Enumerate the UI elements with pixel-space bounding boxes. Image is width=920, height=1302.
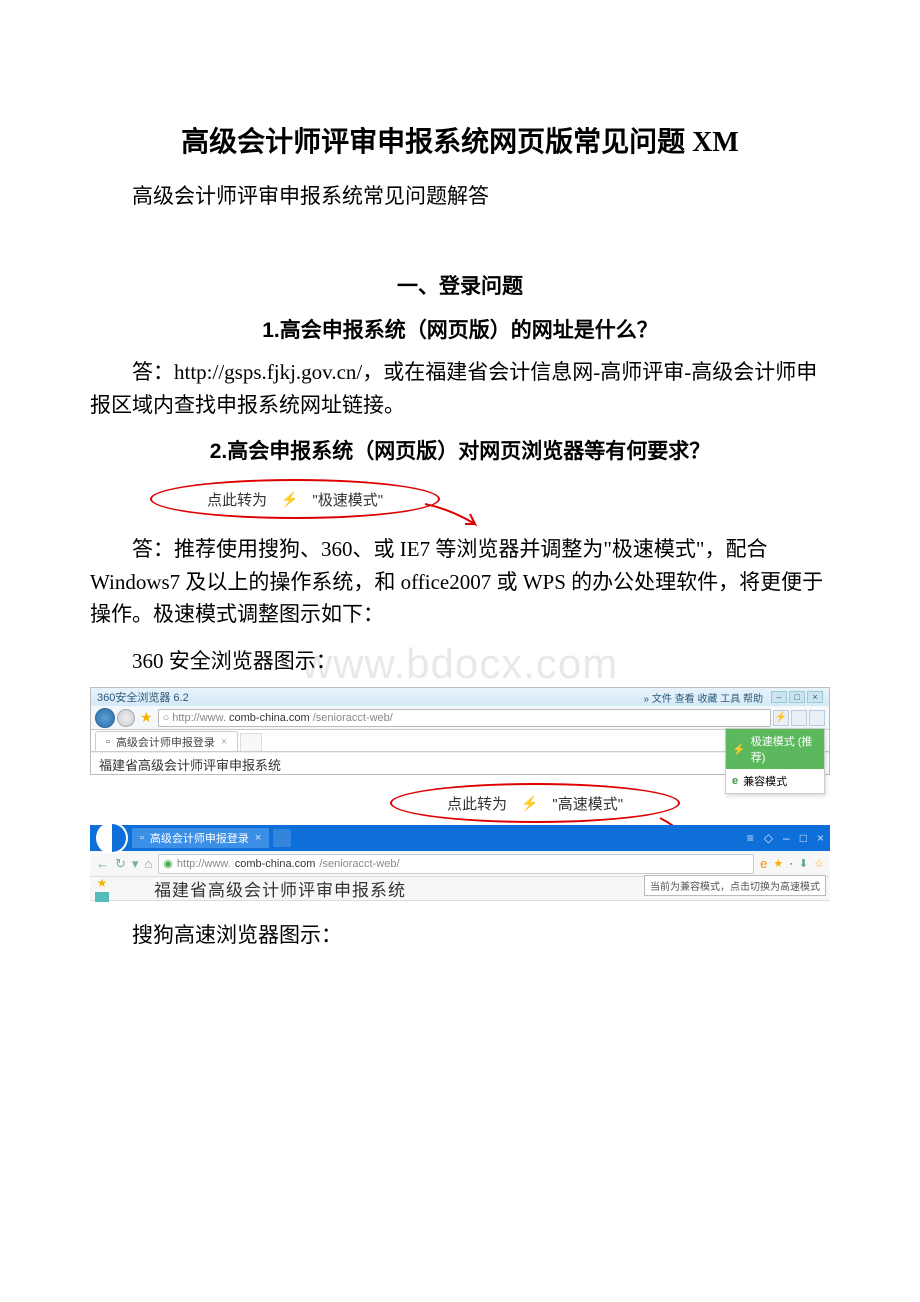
new-tab-button[interactable] — [273, 829, 291, 847]
mode-label: 极速模式 (推荐) — [751, 733, 818, 765]
mode-option-fast[interactable]: ⚡ 极速模式 (推荐) — [726, 729, 824, 769]
page-icon: ▫ — [140, 832, 144, 844]
favorite-icon[interactable]: ★ — [137, 709, 156, 726]
close-button[interactable]: × — [817, 831, 824, 845]
toolbar-icon[interactable] — [809, 710, 825, 726]
sogou-sidebar: ★ — [90, 874, 114, 904]
callout-mode: "高速模式" — [552, 793, 623, 814]
url-prefix: http://www. — [177, 858, 231, 870]
minimize-button[interactable]: – — [783, 831, 790, 845]
toolbar-icon[interactable] — [791, 710, 807, 726]
answer-2: 答：推荐使用搜狗、360、或 IE7 等浏览器并调整为"极速模式"，配合 Win… — [90, 533, 830, 631]
callout-bubble: 点此转为 ⚡ "极速模式" — [150, 479, 440, 519]
question-1: 1.高会申报系统（网页版）的网址是什么？ — [90, 314, 830, 344]
url-scheme-icon: ○ — [163, 712, 170, 724]
url-path: /senioracct-web/ — [319, 858, 399, 870]
address-bar[interactable]: ◉ http://www. comb-china.com/senioracct-w… — [158, 854, 754, 874]
browser-navbar: ★ ○ http://www.comb-china.com/senioracct… — [91, 706, 829, 730]
dropdown-icon[interactable]: ▾ — [132, 856, 139, 872]
mode-option-compat[interactable]: e 兼容模式 — [726, 769, 824, 793]
callout-mode: "极速模式" — [312, 489, 383, 510]
download-icon[interactable]: ⬇ — [799, 857, 808, 870]
tab-title: 高级会计师申报登录 — [150, 830, 249, 846]
browser-sogou-screenshot: ▫ 高级会计师申报登录 × ≡ ◇ – □ × ← ↻ ▾ ⌂ ◉ http:/… — [90, 825, 830, 901]
reload-button[interactable]: ↻ — [115, 856, 126, 872]
url-path: /senioracct-web/ — [313, 712, 393, 724]
browser-360-screenshot: 360安全浏览器 6.2 » 文件 查看 收藏 工具 帮助 – □ × ★ ○ … — [90, 687, 830, 775]
section-heading-login: 一、登录问题 — [90, 270, 830, 300]
url-prefix: http://www. — [172, 712, 226, 724]
star-icon[interactable]: ★ — [92, 876, 112, 890]
address-bar[interactable]: ○ http://www.comb-china.com/senioracct-w… — [158, 709, 771, 727]
back-button[interactable] — [95, 708, 115, 728]
lightning-icon: ⚡ — [281, 491, 298, 508]
bookmark-icon[interactable]: ☆ — [814, 857, 824, 870]
tab-close-icon[interactable]: × — [221, 736, 227, 748]
ie-icon: e — [732, 775, 738, 787]
home-button[interactable]: ⌂ — [144, 856, 152, 871]
maximize-button[interactable]: □ — [789, 691, 805, 703]
back-button[interactable]: ← — [96, 856, 109, 871]
new-tab-button[interactable] — [240, 733, 262, 751]
menu-icon[interactable]: ≡ — [747, 831, 754, 845]
separator: · — [789, 858, 793, 870]
mode-switch-icon[interactable]: ⚡ — [773, 710, 789, 726]
browser-title: 360安全浏览器 6.2 — [97, 689, 189, 705]
callout-fast-mode-1: 点此转为 ⚡ "极速模式" — [150, 479, 440, 519]
answer-1: 答：http://gsps.fjkj.gov.cn/，或在福建省会计信息网-高师… — [90, 356, 830, 421]
close-button[interactable]: × — [807, 691, 823, 703]
tab-title: 高级会计师申报登录 — [116, 734, 215, 750]
mode-hint-tooltip[interactable]: 当前为兼容模式，点击切换为高速模式 — [644, 875, 826, 896]
sogou-navbar: ← ↻ ▾ ⌂ ◉ http://www. comb-china.com/seni… — [90, 851, 830, 877]
browser-tab[interactable]: ▫ 高级会计师申报登录 × — [132, 828, 269, 848]
maximize-button[interactable]: □ — [800, 831, 807, 845]
label-360-browser: 360 安全浏览器图示： — [90, 645, 830, 678]
document-title: 高级会计师评审申报系统网页版常见问题 XM — [90, 120, 830, 160]
browser-menu[interactable]: » 文件 查看 收藏 工具 帮助 — [644, 690, 763, 705]
window-buttons: – □ × — [771, 691, 823, 703]
window-controls: ≡ ◇ – □ × — [747, 831, 824, 845]
url-domain: comb-china.com — [229, 712, 310, 724]
page-content-preview: 福建省高级会计师评审申报系统 — [91, 752, 829, 774]
sogou-tabbar: ▫ 高级会计师申报登录 × ≡ ◇ – □ × — [90, 825, 830, 851]
question-2: 2.高会申报系统（网页版）对网页浏览器等有何要求？ — [90, 435, 830, 465]
callout-prefix: 点此转为 — [207, 489, 267, 510]
browser-tab[interactable]: ▫ 高级会计师申报登录 × — [95, 731, 238, 751]
sidebar-item[interactable] — [95, 892, 109, 902]
browser-titlebar: 360安全浏览器 6.2 » 文件 查看 收藏 工具 帮助 – □ × — [91, 688, 829, 706]
callout-prefix: 点此转为 — [447, 793, 507, 814]
mode-label: 兼容模式 — [743, 773, 787, 789]
shield-icon: ◉ — [163, 857, 173, 870]
mode-dropdown: ⚡ 极速模式 (推荐) e 兼容模式 — [725, 728, 825, 794]
sogou-logo-icon — [96, 822, 128, 854]
callout-tail-icon — [420, 499, 480, 529]
callout-fast-mode-2: 点此转为 ⚡ "高速模式" — [390, 783, 680, 823]
label-sogou-browser: 搜狗高速浏览器图示： — [90, 919, 830, 952]
browser-tabstrip: ▫ 高级会计师申报登录 × — [91, 730, 829, 752]
forward-button[interactable] — [117, 709, 135, 727]
favorite-icon[interactable]: ★ — [773, 857, 783, 870]
lightning-icon: ⚡ — [732, 743, 746, 756]
lightning-icon: ⚡ — [521, 795, 538, 812]
minimize-button[interactable]: – — [771, 691, 787, 703]
page-icon: ▫ — [106, 736, 110, 748]
tab-close-icon[interactable]: × — [255, 832, 261, 844]
document-subtitle: 高级会计师评审申报系统常见问题解答 — [90, 180, 830, 210]
compat-mode-icon[interactable]: e — [760, 856, 767, 871]
url-domain: comb-china.com — [235, 858, 316, 870]
skin-icon[interactable]: ◇ — [764, 831, 773, 845]
